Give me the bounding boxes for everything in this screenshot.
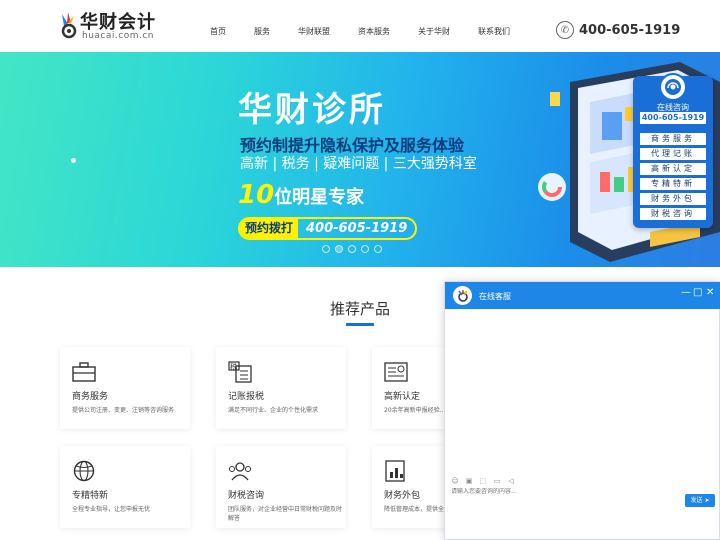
chat-message-input[interactable] xyxy=(451,488,681,495)
product-card-tax[interactable]: 税 记账报税 满足不同行业、企业的个性化需求 xyxy=(216,347,346,429)
nav-home[interactable]: 首页 xyxy=(210,26,226,37)
chat-title: 在线客服 xyxy=(479,292,511,301)
product-card-consulting[interactable]: 财税咨询 团队服务，对企业经营中日常财税问题及时解答 xyxy=(216,446,346,528)
header-phone[interactable]: ✆ 400-605-1919 xyxy=(556,21,680,39)
sound-icon[interactable]: ◁ xyxy=(507,477,515,485)
banner-decor-dot xyxy=(71,158,76,163)
expert-count: 10 xyxy=(238,180,275,210)
chart-report-icon xyxy=(385,460,405,482)
agent-logo-icon xyxy=(457,289,468,302)
banner-title: 华财诊所 xyxy=(238,90,386,130)
chat-agent-avatar xyxy=(453,286,472,305)
card-name: 财税咨询 xyxy=(228,491,265,501)
consult-item-taxconsult[interactable]: 财税咨询 xyxy=(640,208,706,220)
consult-item-hightech[interactable]: 高新认定 xyxy=(640,163,706,175)
card-name: 财务外包 xyxy=(384,491,421,501)
consult-item-outsourcing[interactable]: 财务外包 xyxy=(640,193,706,205)
nav-about[interactable]: 关于华财 xyxy=(418,26,450,37)
chat-header[interactable]: 在线客服 — □ ✕ xyxy=(445,282,720,309)
cta-phone: 400-605-1919 xyxy=(306,221,408,236)
certificate-icon xyxy=(384,362,408,382)
card-desc: 满足不同行业、企业的个性化需求 xyxy=(228,407,319,414)
card-desc: 全程专业指导，让您申报无忧 xyxy=(72,506,151,513)
product-card-specialized[interactable]: 专精特新 全程专业指导，让您申报无忧 xyxy=(60,446,190,528)
products-title: 推荐产品 xyxy=(330,300,391,318)
team-icon xyxy=(229,462,251,481)
carousel-indicators xyxy=(322,245,387,253)
site-logo[interactable]: 华财会计 huacai.com.cn xyxy=(58,8,158,44)
briefcase-icon xyxy=(72,362,96,382)
nav-alliance[interactable]: 华财联盟 xyxy=(298,26,330,37)
card-name: 记账报税 xyxy=(228,392,265,402)
consult-menu: 商务服务 代理记账 高新认定 专精特新 财务外包 财税咨询 xyxy=(640,133,706,223)
cta-label: 预约拨打 xyxy=(240,219,299,238)
send-label: 发送 xyxy=(690,497,703,504)
live-chat-window: 在线客服 — □ ✕ ☺ ▣ ⬚ ▭ ◁ 发送 ➤ xyxy=(444,281,720,540)
file-icon[interactable]: ▭ xyxy=(493,477,501,485)
card-desc: 提供公司注册、变更、注销等咨询服务 xyxy=(72,407,175,414)
carousel-dot[interactable] xyxy=(348,245,356,253)
hero-banner[interactable]: 华财诊所 预约制提升隐私保护及服务体验 高新 | 税务 | 疑难问题 | 三大强… xyxy=(0,52,720,267)
main-nav: 首页 服务 华财联盟 资本服务 关于华财 联系我们 xyxy=(200,26,538,37)
minimize-icon[interactable]: — xyxy=(681,287,691,298)
card-desc: 团队服务，对企业经营中日常财税问题及时解答 xyxy=(228,506,343,522)
expert-text: 位明星专家 xyxy=(274,187,365,208)
screenshot-icon[interactable]: ⬚ xyxy=(479,477,487,485)
consult-item-business[interactable]: 商务服务 xyxy=(640,133,706,145)
carousel-dot[interactable] xyxy=(361,245,369,253)
tax-document-icon: 税 xyxy=(228,361,252,383)
banner-experts: 10位明星专家 xyxy=(238,180,364,210)
header-phone-number: 400-605-1919 xyxy=(579,22,681,38)
floating-consult-panel: 在线咨询 400-605-1919 商务服务 代理记账 高新认定 专精特新 财务… xyxy=(633,73,713,228)
carousel-dot[interactable] xyxy=(322,245,330,253)
site-header: 华财会计 huacai.com.cn 首页 服务 华财联盟 资本服务 关于华财 … xyxy=(0,0,720,52)
close-icon[interactable]: ✕ xyxy=(706,287,714,298)
emoji-icon[interactable]: ☺ xyxy=(451,477,459,485)
banner-departments: 高新 | 税务 | 疑难问题 | 三大强势科室 xyxy=(240,156,477,172)
consult-phone[interactable]: 400-605-1919 xyxy=(640,112,706,124)
send-arrow-icon: ➤ xyxy=(704,497,710,504)
card-name: 高新认定 xyxy=(384,392,421,402)
logo-domain: huacai.com.cn xyxy=(82,31,154,41)
phone-icon: ✆ xyxy=(556,21,574,39)
consult-item-bookkeeping[interactable]: 代理记账 xyxy=(640,148,706,160)
logo-mark-icon xyxy=(61,12,77,39)
consult-item-specialized[interactable]: 专精特新 xyxy=(640,178,706,190)
maximize-icon[interactable]: □ xyxy=(693,287,702,298)
card-name: 专精特新 xyxy=(72,491,109,501)
headset-icon xyxy=(665,79,681,95)
nav-contact[interactable]: 联系我们 xyxy=(478,26,510,37)
banner-call-button[interactable]: 预约拨打 400-605-1919 xyxy=(238,217,418,240)
chat-messages[interactable] xyxy=(445,309,719,471)
image-icon[interactable]: ▣ xyxy=(465,477,473,485)
nav-services[interactable]: 服务 xyxy=(254,26,270,37)
carousel-dot-active[interactable] xyxy=(335,245,343,253)
send-button[interactable]: 发送 ➤ xyxy=(685,494,715,507)
globe-icon xyxy=(73,460,95,482)
carousel-dot[interactable] xyxy=(374,245,382,253)
nav-capital[interactable]: 资本服务 xyxy=(358,26,390,37)
support-avatar-icon[interactable] xyxy=(659,73,687,101)
card-name: 商务服务 xyxy=(72,392,109,402)
product-card-business[interactable]: 商务服务 提供公司注册、变更、注销等咨询服务 xyxy=(60,347,190,429)
products-title-underline xyxy=(346,323,374,326)
chat-toolbar: ☺ ▣ ⬚ ▭ ◁ xyxy=(451,477,521,485)
